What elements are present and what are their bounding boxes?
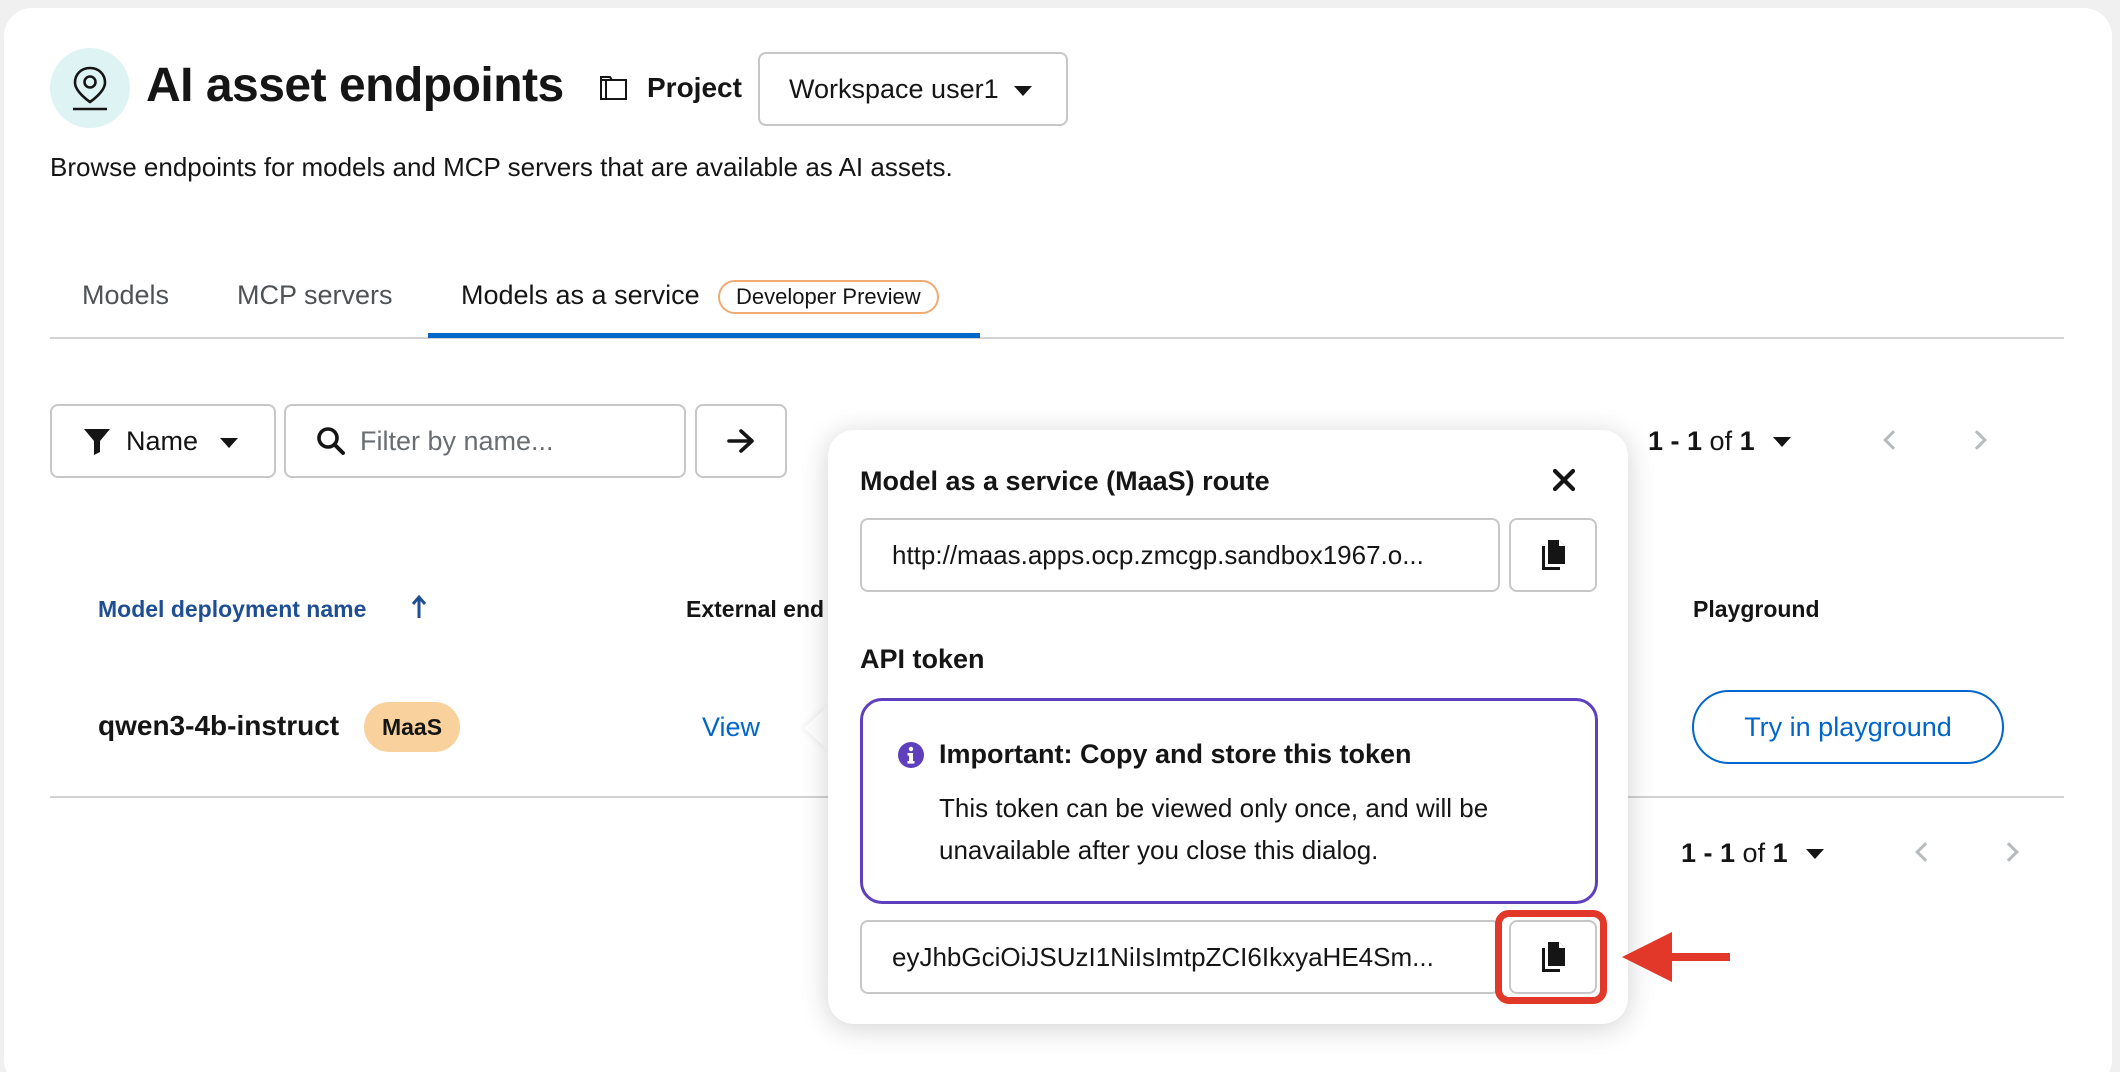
filter-attribute-dropdown[interactable]: Name xyxy=(50,404,276,478)
developer-preview-badge: Developer Preview xyxy=(718,280,939,314)
info-icon xyxy=(898,742,924,768)
try-in-playground-button[interactable]: Try in playground xyxy=(1692,690,2004,764)
tab-mcp-servers[interactable]: MCP servers xyxy=(237,280,393,311)
column-header-playground: Playground xyxy=(1693,596,1820,622)
project-label: Project xyxy=(647,72,742,103)
copy-icon xyxy=(1542,540,1565,570)
model-deployment-name: qwen3-4b-instruct xyxy=(98,710,340,741)
location-pin-icon xyxy=(50,48,130,128)
popover-arrow xyxy=(804,706,828,750)
sort-ascending-icon[interactable] xyxy=(410,594,428,620)
maas-badge: MaaS xyxy=(364,702,460,752)
filter-attribute-label: Name xyxy=(126,425,199,456)
search-icon xyxy=(317,427,345,455)
pagination-total: 1 xyxy=(1772,838,1788,868)
token-warning-alert: Important: Copy and store this token Thi… xyxy=(860,698,1598,904)
column-header-name[interactable]: Model deployment name xyxy=(98,596,366,623)
column-header-external-endpoint: External end xyxy=(686,596,825,622)
alert-body: This token can be viewed only once, and … xyxy=(939,793,1489,865)
project-select-value: Workspace user1 xyxy=(789,73,999,104)
arrow-right-icon xyxy=(727,429,754,453)
api-token-value: eyJhbGciOiJSUzI1NiIsImtpZCI6IkxyaHE4Sm..… xyxy=(892,941,1434,972)
caret-down-icon xyxy=(1014,86,1032,96)
pagination-of: of xyxy=(1742,838,1766,868)
tab-models-as-a-service[interactable]: Models as a service xyxy=(461,280,700,311)
pagination-range: 1 - 1 xyxy=(1681,838,1736,868)
caret-down-icon xyxy=(1805,848,1824,859)
annotation-arrow-icon xyxy=(1622,932,1730,982)
tab-models[interactable]: Models xyxy=(82,280,169,311)
pagination-total: 1 xyxy=(1739,426,1755,456)
pagination-of: of xyxy=(1709,426,1733,456)
api-token-label: API token xyxy=(860,644,985,674)
alert-title: Important: Copy and store this token xyxy=(939,739,1412,769)
page-description: Browse endpoints for models and MCP serv… xyxy=(50,152,953,182)
close-icon[interactable] xyxy=(1546,462,1582,498)
pagination-top-toggle[interactable]: 1 - 1 of 1 xyxy=(1648,426,1791,457)
active-tab-indicator xyxy=(428,333,980,338)
tabs-divider xyxy=(50,337,2064,339)
pagination-range: 1 - 1 xyxy=(1648,426,1703,456)
copy-token-highlight xyxy=(1495,910,1607,1004)
maas-route-value: http://maas.apps.ocp.zmcgp.sandbox1967.o… xyxy=(892,539,1424,570)
maas-route-field[interactable]: http://maas.apps.ocp.zmcgp.sandbox1967.o… xyxy=(860,518,1500,592)
api-token-field[interactable]: eyJhbGciOiJSUzI1NiIsImtpZCI6IkxyaHE4Sm..… xyxy=(860,920,1500,994)
project-select[interactable]: Workspace user1 xyxy=(758,52,1068,126)
page-title: AI asset endpoints xyxy=(146,59,564,112)
search-input[interactable] xyxy=(360,425,660,457)
caret-down-icon xyxy=(220,438,238,448)
copy-route-button[interactable] xyxy=(1509,518,1597,592)
filter-icon xyxy=(84,429,110,455)
search-submit-button[interactable] xyxy=(695,404,787,478)
popover-title: Model as a service (MaaS) route xyxy=(860,466,1270,496)
pagination-bottom-toggle[interactable]: 1 - 1 of 1 xyxy=(1681,838,1824,869)
folder-icon xyxy=(598,74,630,107)
search-box[interactable] xyxy=(284,404,686,478)
view-endpoint-link[interactable]: View xyxy=(702,712,760,743)
caret-down-icon xyxy=(1772,436,1791,447)
